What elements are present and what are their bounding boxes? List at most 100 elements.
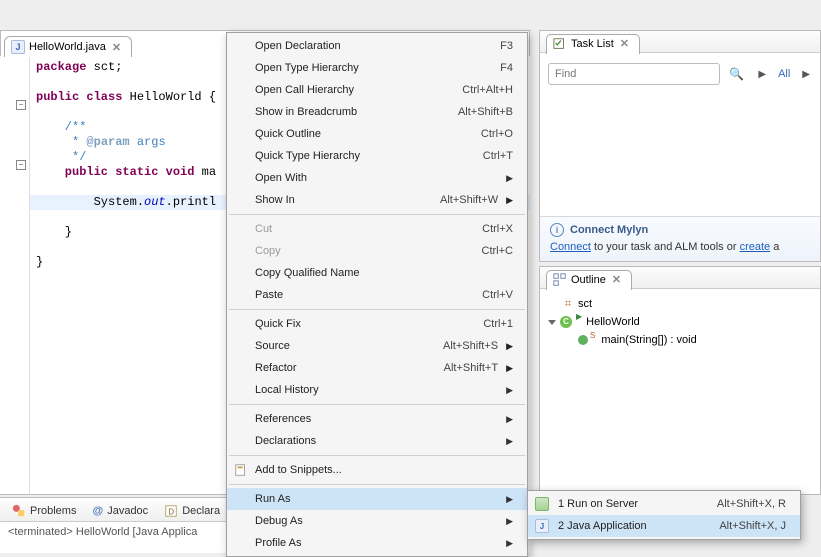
mylyn-connect-link[interactable]: Connect (550, 241, 591, 253)
menu-shortcut: Ctrl+T (471, 150, 513, 162)
menu-item-copy-qualified-name[interactable]: Copy Qualified Name (227, 262, 527, 284)
submenu-item-1-run-on-server[interactable]: 1 Run on Server Alt+Shift+X, R (528, 493, 800, 515)
menu-item-label: Quick Outline (255, 128, 321, 140)
menu-item-show-in-breadcrumb[interactable]: Show in Breadcrumb Alt+Shift+B (227, 101, 527, 123)
submenu-arrow-icon: ▶ (498, 363, 513, 374)
close-icon[interactable]: ✕ (110, 41, 123, 54)
submenu-item-label: 2 Java Application (558, 520, 647, 532)
menu-item-label: Open Call Hierarchy (255, 84, 354, 96)
svg-text:D: D (169, 508, 175, 517)
tab-task-list[interactable]: Task List ✕ (546, 34, 640, 54)
menu-item-open-with[interactable]: Open With▶ (227, 167, 527, 189)
menu-item-quick-type-hierarchy[interactable]: Quick Type Hierarchy Ctrl+T (227, 145, 527, 167)
chevron-right-icon[interactable]: ▶ (756, 69, 768, 80)
menu-item-add-to-snippets[interactable]: Add to Snippets... (227, 459, 527, 481)
javadoc-icon: @ (92, 505, 103, 517)
close-icon[interactable]: ✕ (610, 273, 623, 286)
submenu-item-2-java-application[interactable]: J 2 Java Application Alt+Shift+X, J (528, 515, 800, 537)
menu-item-open-declaration[interactable]: Open DeclarationF3 (227, 35, 527, 57)
package-icon: ⌗ (562, 298, 574, 310)
outline-icon (553, 273, 567, 287)
outline-view: Outline ✕ ⌗ sct C▶ HelloWorld S main(Str… (539, 266, 821, 495)
menu-item-label: Show in Breadcrumb (255, 106, 357, 118)
tab-declaration[interactable]: D Declara (158, 502, 226, 520)
menu-item-label: Declarations (255, 435, 316, 447)
method-icon (578, 335, 588, 345)
task-find-input[interactable] (548, 63, 720, 85)
menu-item-cut: Cut Ctrl+X (227, 218, 527, 240)
class-icon: C (560, 316, 572, 328)
outline-package[interactable]: ⌗ sct (548, 295, 812, 313)
mylyn-create-link[interactable]: create (740, 241, 771, 253)
menu-item-run-as[interactable]: Run As▶ (227, 488, 527, 510)
fold-toggle-icon[interactable]: − (16, 160, 26, 170)
menu-shortcut: Alt+Shift+B (446, 106, 513, 118)
menu-shortcut: Alt+Shift+T (432, 362, 498, 374)
submenu-arrow-icon: ▶ (498, 436, 513, 447)
menu-item-label: Quick Fix (255, 318, 301, 330)
menu-item-label: Run As (255, 493, 290, 505)
menu-shortcut: Alt+Shift+X, J (707, 520, 786, 532)
menu-item-open-call-hierarchy[interactable]: Open Call Hierarchy Ctrl+Alt+H (227, 79, 527, 101)
task-list-title: Task List (571, 38, 614, 50)
menu-shortcut: F4 (488, 62, 513, 74)
submenu-arrow-icon: ▶ (498, 385, 513, 396)
menu-item-label: Quick Type Hierarchy (255, 150, 360, 162)
menu-shortcut: Alt+Shift+X, R (705, 498, 786, 510)
menu-item-references[interactable]: References▶ (227, 408, 527, 430)
outline-title: Outline (571, 274, 606, 286)
submenu-item-label: 1 Run on Server (558, 498, 638, 510)
menu-shortcut: Ctrl+Alt+H (450, 84, 513, 96)
menu-item-declarations[interactable]: Declarations ▶ (227, 430, 527, 452)
outline-class[interactable]: C▶ HelloWorld (548, 313, 812, 331)
expand-toggle-icon[interactable] (548, 320, 556, 325)
menu-item-open-type-hierarchy[interactable]: Open Type HierarchyF4 (227, 57, 527, 79)
menu-item-show-in[interactable]: Show InAlt+Shift+W▶ (227, 189, 527, 211)
menu-shortcut: Ctrl+C (470, 245, 513, 257)
menu-item-paste[interactable]: PasteCtrl+V (227, 284, 527, 306)
menu-item-label: Show In (255, 194, 295, 206)
menu-item-refactor[interactable]: Refactor Alt+Shift+T▶ (227, 357, 527, 379)
java-application-icon: J (534, 518, 550, 534)
menu-separator (229, 309, 525, 310)
menu-item-label: Copy (255, 245, 281, 257)
menu-item-source[interactable]: SourceAlt+Shift+S▶ (227, 335, 527, 357)
info-icon: i (550, 223, 564, 237)
search-icon[interactable]: 🔍 (729, 67, 744, 81)
menu-item-debug-as[interactable]: Debug As▶ (227, 510, 527, 532)
task-filter-all[interactable]: All (774, 68, 794, 80)
tab-problems[interactable]: Problems (6, 502, 82, 520)
outline-method[interactable]: S main(String[]) : void (548, 331, 812, 349)
run-server-icon (534, 496, 550, 512)
menu-item-label: References (255, 413, 311, 425)
editor-tab-helloworld[interactable]: J HelloWorld.java ✕ (4, 36, 132, 57)
submenu-arrow-icon: ▶ (498, 341, 513, 352)
editor-tab-title: HelloWorld.java (29, 41, 106, 53)
menu-shortcut: Ctrl+X (470, 223, 513, 235)
close-icon[interactable]: ✕ (618, 37, 631, 50)
mylyn-text: Connect to your task and ALM tools or cr… (550, 241, 810, 253)
menu-item-profile-as[interactable]: Profile As▶ (227, 532, 527, 554)
menu-item-quick-fix[interactable]: Quick Fix Ctrl+1 (227, 313, 527, 335)
menu-separator (229, 404, 525, 405)
declaration-icon: D (164, 504, 178, 518)
menu-shortcut: Alt+Shift+S (431, 340, 498, 352)
menu-item-label: Refactor (255, 362, 297, 374)
menu-separator (229, 455, 525, 456)
tab-outline[interactable]: Outline ✕ (546, 270, 632, 290)
run-as-submenu: 1 Run on Server Alt+Shift+X, R J 2 Java App… (527, 490, 801, 540)
task-list-icon (553, 37, 567, 51)
fold-toggle-icon[interactable]: − (16, 100, 26, 110)
submenu-arrow-icon: ▶ (498, 173, 513, 184)
menu-shortcut: Ctrl+1 (471, 318, 513, 330)
menu-item-local-history[interactable]: Local History▶ (227, 379, 527, 401)
tab-javadoc[interactable]: @ Javadoc (86, 503, 154, 519)
chevron-right-icon[interactable]: ▶ (800, 69, 812, 80)
problems-icon (12, 504, 26, 518)
snippet-icon (233, 462, 249, 478)
menu-item-label: Open Declaration (255, 40, 341, 52)
menu-item-quick-outline[interactable]: Quick OutlineCtrl+O (227, 123, 527, 145)
submenu-arrow-icon: ▶ (498, 538, 513, 549)
mylyn-title: Connect Mylyn (570, 224, 648, 236)
menu-item-label: Cut (255, 223, 272, 235)
